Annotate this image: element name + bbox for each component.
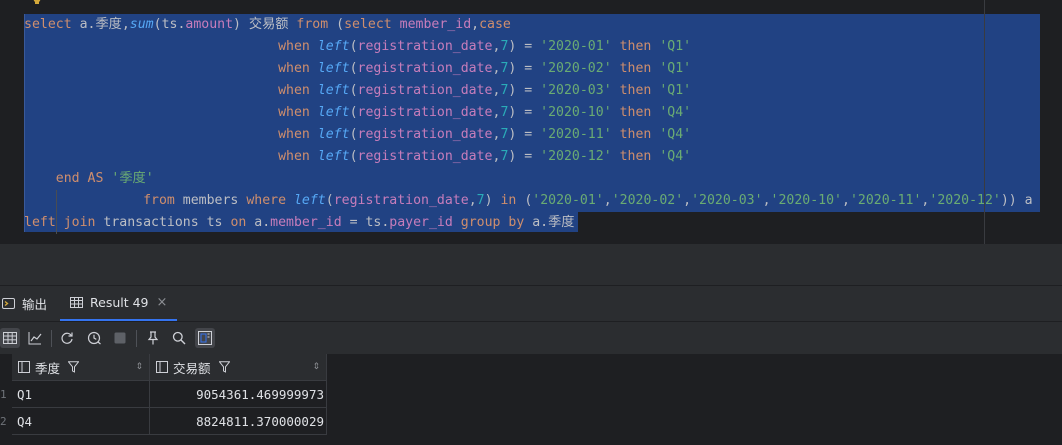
lightbulb-icon[interactable] [32, 0, 42, 8]
sort-icon[interactable]: ⇕ [312, 362, 320, 372]
code-line-10[interactable]: left join transactions ts on a.member_id… [24, 212, 1033, 234]
tab-result-label: Result 49 [90, 295, 149, 310]
code-line-1[interactable]: select a.季度,sum(ts.amount) 交易额 from (sel… [24, 14, 1033, 36]
code-line-9[interactable]: from members where left(registration_dat… [24, 190, 1033, 212]
table-cell[interactable]: 8824811.370000029 [150, 408, 327, 435]
table-cell[interactable]: 9054361.469999973 [150, 381, 327, 408]
tab-output[interactable]: 输出 [2, 286, 47, 321]
pin-icon[interactable] [143, 328, 163, 348]
code-line-6[interactable]: when left(registration_date,7) = '2020-1… [24, 124, 1033, 146]
code-line-4[interactable]: when left(registration_date,7) = '2020-0… [24, 80, 1033, 102]
code-line-2[interactable]: when left(registration_date,7) = '2020-0… [24, 36, 1033, 58]
table-cell[interactable]: Q4 [12, 408, 150, 435]
code-line-5[interactable]: when left(registration_date,7) = '2020-1… [24, 102, 1033, 124]
refresh-icon[interactable] [57, 328, 77, 348]
stop-icon[interactable] [110, 328, 130, 348]
column-header-label: 交易额 [173, 360, 211, 376]
tab-result-49[interactable]: Result 49 × [60, 286, 178, 321]
column-header-amount[interactable]: 交易额 ⇕ [150, 354, 327, 381]
result-toolbar [0, 321, 1062, 354]
code-line-3[interactable]: when left(registration_date,7) = '2020-0… [24, 58, 1033, 80]
panel-divider [0, 244, 1062, 285]
filter-icon[interactable] [218, 361, 230, 373]
row-number: 1 [0, 388, 7, 401]
chart-view-icon[interactable] [25, 328, 45, 348]
history-icon[interactable] [84, 328, 104, 348]
sort-icon[interactable]: ⇕ [135, 362, 143, 372]
result-tabs: 输出 Result 49 × [0, 285, 1062, 321]
search-icon[interactable] [169, 328, 189, 348]
sql-code[interactable]: select a.季度,sum(ts.amount) 交易额 from (sel… [24, 14, 1033, 234]
table-icon [70, 296, 83, 309]
result-grid: 季度 ⇕ 交易额 ⇕ 1 Q1 9054361.469999973 2 Q4 8… [0, 354, 1062, 445]
column-header-quarter[interactable]: 季度 ⇕ [12, 354, 150, 381]
table-view-icon[interactable] [0, 328, 20, 348]
code-line-7[interactable]: when left(registration_date,7) = '2020-1… [24, 146, 1033, 168]
sql-editor[interactable]: select a.季度,sum(ts.amount) 交易额 from (sel… [0, 0, 1062, 244]
column-icon [156, 361, 168, 373]
layout-toggle-icon[interactable] [195, 328, 215, 348]
tab-output-label: 输出 [22, 297, 48, 312]
row-number: 2 [0, 415, 7, 428]
code-line-8[interactable]: end AS '季度' [24, 168, 1033, 190]
console-output-icon [2, 297, 15, 310]
column-header-label: 季度 [35, 360, 61, 376]
close-icon[interactable]: × [157, 295, 168, 310]
table-cell[interactable]: Q1 [12, 381, 150, 408]
column-icon [18, 361, 30, 373]
filter-icon[interactable] [68, 361, 80, 373]
